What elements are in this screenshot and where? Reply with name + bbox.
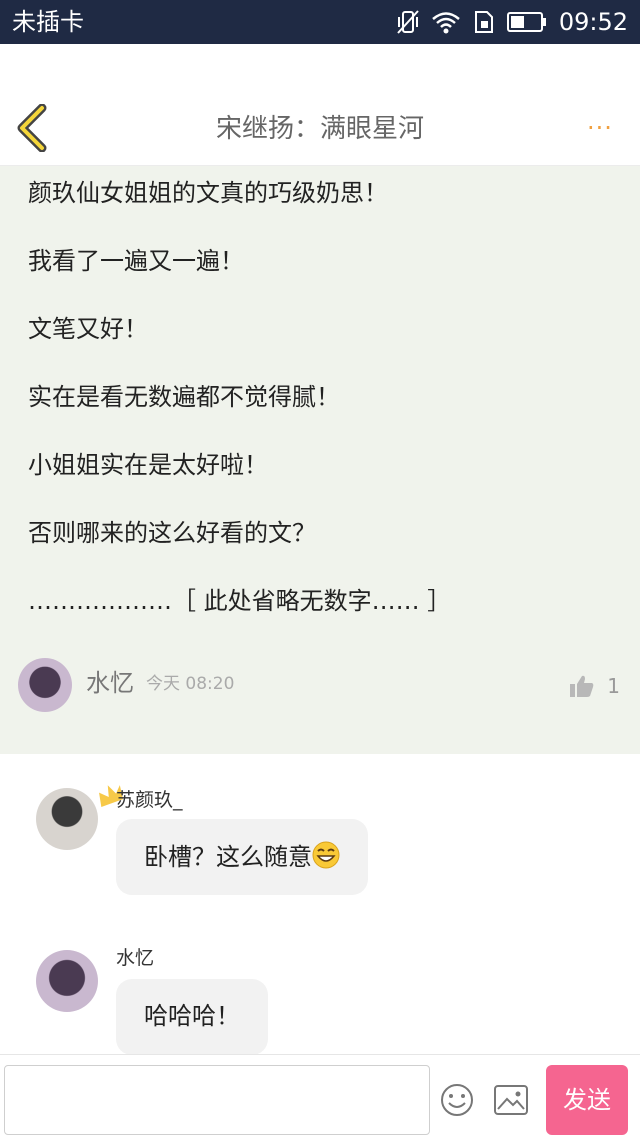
commenter-avatar[interactable] <box>36 788 98 850</box>
post-line: ………………［ 此处省略无数字…… ］ <box>28 587 452 615</box>
post-content: 颜玖仙女姐姐的文真的巧级奶思！ 我看了一遍又一遍！ 文笔又好！ 实在是看无数遍都… <box>28 176 618 652</box>
top-nav-bar: 宋继扬：满眼星河 ··· <box>0 44 640 166</box>
grin-emoji-icon <box>312 841 340 869</box>
comment-text: 卧槽？这么随意 <box>144 843 312 871</box>
more-button[interactable]: ··· <box>580 116 620 140</box>
commenter-avatar[interactable] <box>36 950 98 1012</box>
post-line: 小姐姐实在是太好啦！ <box>28 451 268 479</box>
status-bar: 未插卡 09:52 <box>0 0 640 44</box>
image-icon[interactable] <box>494 1085 528 1115</box>
status-icons: 09:52 <box>397 8 628 36</box>
like-count: 1 <box>607 674 620 698</box>
send-button[interactable]: 发送 <box>546 1065 628 1135</box>
thumbs-up-icon <box>570 675 594 697</box>
comment-item: 水忆 哈哈哈！ <box>36 946 596 1056</box>
post-timestamp: 今天 08:20 <box>146 674 235 694</box>
post-line: 颜玖仙女姐姐的文真的巧级奶思！ <box>28 179 388 207</box>
comment-bubble: 哈哈哈！ <box>116 979 268 1055</box>
vibrate-icon <box>397 10 419 34</box>
battery-icon <box>506 12 546 32</box>
commenter-name[interactable]: 苏颜玖_ <box>116 788 183 812</box>
post-line: 实在是看无数遍都不觉得腻！ <box>28 383 340 411</box>
comment-bubble: 卧槽？这么随意 <box>116 819 368 895</box>
like-button[interactable]: 1 <box>569 672 620 700</box>
post-meta: 水忆 今天 08:20 1 <box>18 658 628 714</box>
commenter-name[interactable]: 水忆 <box>116 946 154 970</box>
reply-bar: 发送 <box>0 1054 640 1138</box>
more-icon: ··· <box>587 114 613 142</box>
reply-input[interactable] <box>4 1065 430 1135</box>
carrier-label: 未插卡 <box>12 8 84 36</box>
author-name[interactable]: 水忆 <box>86 668 134 698</box>
sim-icon <box>474 11 493 33</box>
comment-item: 苏颜玖_ 卧槽？这么随意 <box>36 785 596 898</box>
wifi-icon <box>432 12 460 34</box>
post-line: 文笔又好！ <box>28 315 148 343</box>
clock: 09:52 <box>558 8 628 36</box>
post-line: 我看了一遍又一遍！ <box>28 247 244 275</box>
author-avatar[interactable] <box>18 658 72 712</box>
comment-text: 哈哈哈！ <box>144 1002 240 1030</box>
emoji-icon[interactable] <box>440 1083 474 1117</box>
page-title: 宋继扬：满眼星河 <box>215 114 424 144</box>
post-card: 颜玖仙女姐姐的文真的巧级奶思！ 我看了一遍又一遍！ 文笔又好！ 实在是看无数遍都… <box>0 166 640 754</box>
post-line: 否则哪来的这么好看的文？ <box>28 519 316 547</box>
